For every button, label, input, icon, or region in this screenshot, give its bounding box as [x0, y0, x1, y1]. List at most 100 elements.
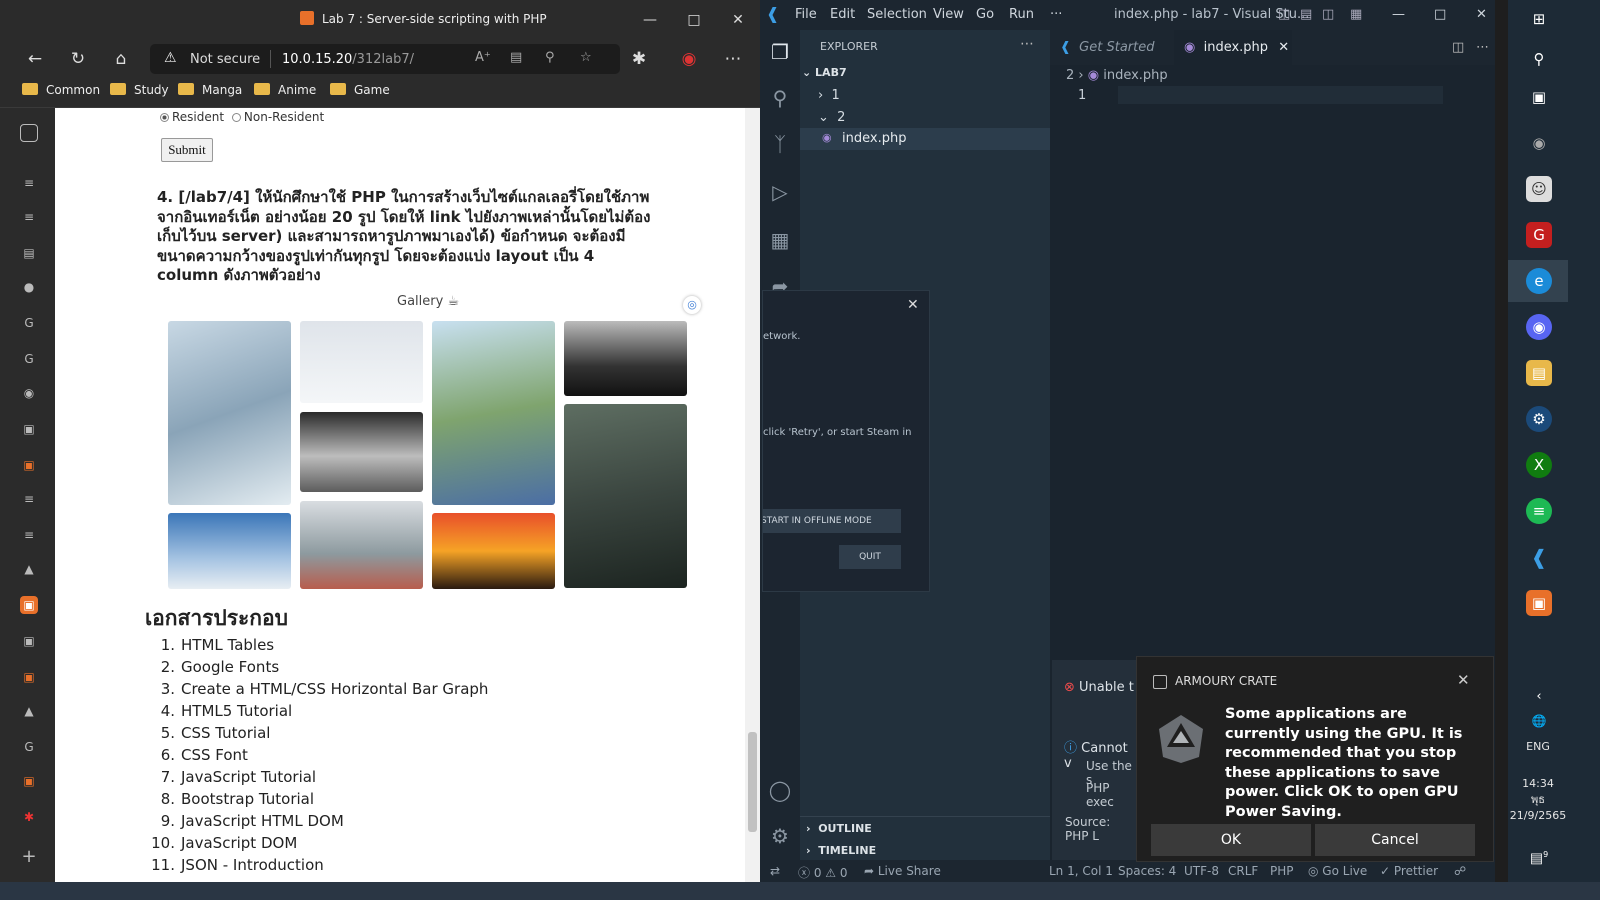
steam-icon[interactable]: ⚙	[1526, 406, 1552, 432]
tab-icon[interactable]: ✱	[20, 808, 38, 826]
breadcrumb[interactable]: 2 › ◉ index.php	[1066, 68, 1168, 83]
maximize-button[interactable]: □	[682, 8, 706, 32]
list-item[interactable]: 11. JSON - Introduction	[147, 854, 488, 876]
cancel-button[interactable]: Cancel	[1315, 824, 1475, 856]
xampp-active-tab-icon[interactable]: ▣	[20, 596, 38, 614]
network-icon[interactable]: 🌐​	[1526, 708, 1552, 734]
scrollbar-thumb[interactable]	[748, 732, 757, 832]
list-item[interactable]: 5. CSS Tutorial	[147, 722, 488, 744]
tab-icon[interactable]: ≡	[20, 526, 38, 544]
google-tab-icon[interactable]: G	[20, 314, 38, 332]
encoding[interactable]: UTF-8	[1184, 864, 1219, 878]
bookmark-common[interactable]: Common	[22, 83, 100, 97]
tab-close-icon[interactable]: ✕	[1278, 40, 1289, 55]
outline-section[interactable]: › OUTLINE	[806, 822, 872, 835]
list-item[interactable]: 7. JavaScript Tutorial	[147, 766, 488, 788]
tab-actions-icon[interactable]	[20, 124, 38, 142]
address-bar[interactable]: ⚠ Not secure 10.0.15.20/312lab7/ A⁺ ▤ ⚲ …	[150, 44, 620, 74]
search-icon[interactable]: ⚲	[1526, 46, 1552, 72]
menu-more[interactable]: ···	[1050, 7, 1062, 22]
profile-avatar-icon[interactable]: ◉	[676, 47, 702, 71]
immersive-reader-icon[interactable]: ▤	[510, 50, 522, 65]
tab-get-started[interactable]: ❰ Get Started	[1050, 30, 1170, 65]
indentation[interactable]: Spaces: 4	[1118, 864, 1176, 878]
tab-icon[interactable]: ▣	[20, 420, 38, 438]
task-view-icon[interactable]: ▣	[1526, 84, 1552, 110]
google-tab-icon[interactable]: G	[20, 738, 38, 756]
extensions-icon[interactable]: ✱	[626, 47, 652, 71]
edge-icon[interactable]: e	[1526, 268, 1552, 294]
tab-icon[interactable]: ▤	[20, 244, 38, 262]
add-favorite-icon[interactable]: ☆	[580, 50, 592, 65]
xampp-tab-icon[interactable]: ▣	[20, 772, 38, 790]
toggle-secondary-icon[interactable]: ◫	[1322, 7, 1334, 22]
folder-lab7[interactable]: ⌄ LAB7	[802, 66, 847, 79]
bookmark-study[interactable]: Study	[110, 83, 169, 97]
file-explorer-icon[interactable]: ▤	[1526, 360, 1552, 386]
tab-icon[interactable]: ●	[20, 278, 38, 296]
home-icon[interactable]: ⌂	[108, 47, 134, 71]
menu-go[interactable]: Go	[976, 7, 994, 22]
menu-edit[interactable]: Edit	[830, 7, 855, 22]
close-button[interactable]: ✕	[726, 8, 750, 32]
notification-center-icon[interactable]: ▤9	[1526, 842, 1552, 868]
explorer-icon[interactable]: ❐	[766, 38, 794, 66]
menu-selection[interactable]: Selection	[867, 7, 927, 22]
mouse-app-icon[interactable]: ◉	[1526, 130, 1552, 156]
prettier-status[interactable]: ✓ Prettier	[1380, 864, 1438, 878]
list-item[interactable]: 2. Google Fonts	[147, 656, 488, 678]
language-indicator[interactable]: ENG	[1508, 740, 1568, 753]
cursor-position[interactable]: Ln 1, Col 1	[1049, 864, 1113, 878]
visual-search-icon[interactable]: ◎	[683, 296, 701, 314]
google-tab-icon[interactable]: G	[20, 350, 38, 368]
layout-icon[interactable]: ▦	[1350, 7, 1362, 22]
url-text[interactable]: 10.0.15.20/312lab7/	[282, 52, 414, 67]
read-aloud-icon[interactable]: A⁺	[475, 50, 491, 65]
refresh-icon[interactable]: ↻	[65, 47, 91, 71]
tree-item-index-php[interactable]: ◉ index.php	[800, 128, 1050, 150]
timeline-section[interactable]: › TIMELINE	[806, 844, 876, 857]
tab-icon[interactable]: ◉	[20, 384, 38, 402]
steam-close-icon[interactable]: ✕	[907, 297, 919, 313]
page-scrollbar[interactable]	[745, 108, 760, 882]
discord-icon[interactable]: ◉	[1526, 314, 1552, 340]
minimize-button[interactable]: —	[638, 8, 662, 32]
run-debug-icon[interactable]: ▷	[766, 178, 794, 206]
list-item[interactable]: 1. HTML Tables	[147, 634, 488, 656]
list-item[interactable]: 9. JavaScript HTML DOM	[147, 810, 488, 832]
remote-icon[interactable]: ⇄	[770, 864, 780, 878]
show-hidden-icons-icon[interactable]: ‹	[1526, 684, 1552, 710]
spotify-icon[interactable]: ≡	[1526, 498, 1552, 524]
bookmark-anime[interactable]: Anime	[254, 83, 316, 97]
bookmark-game[interactable]: Game	[330, 83, 390, 97]
vscode-taskbar-icon[interactable]: ❰	[1526, 544, 1552, 570]
feedback-icon[interactable]: ☍	[1454, 864, 1466, 878]
explorer-more-icon[interactable]: ⋯	[1020, 36, 1034, 52]
problems-indicator[interactable]: ⓧ 0 ⚠ 0	[798, 864, 848, 881]
menu-file[interactable]: File	[795, 7, 817, 22]
radio-resident[interactable]	[160, 113, 169, 122]
vscode-close-button[interactable]: ✕	[1476, 7, 1487, 22]
tab-icon[interactable]: ≡	[20, 208, 38, 226]
current-line-highlight[interactable]	[1118, 86, 1443, 104]
line-endings[interactable]: CRLF	[1228, 864, 1258, 878]
list-item[interactable]: 6. CSS Font	[147, 744, 488, 766]
split-editor-icon[interactable]: ◫	[1442, 30, 1464, 65]
tab-icon[interactable]: ▣	[20, 632, 38, 650]
quit-button[interactable]: QUIT	[839, 545, 901, 569]
language-mode[interactable]: PHP	[1270, 864, 1294, 878]
back-icon[interactable]: ←	[22, 47, 48, 71]
tab-icon[interactable]: ≡	[20, 174, 38, 192]
source-control-icon[interactable]: ᛉ	[766, 130, 794, 158]
settings-gear-icon[interactable]: ⚙	[766, 822, 794, 850]
new-tab-icon[interactable]: +	[20, 848, 38, 866]
garena-icon[interactable]: G	[1526, 222, 1552, 248]
system-clock[interactable]: 14:34 พุธ 21/9/2565	[1508, 776, 1568, 824]
menu-view[interactable]: View	[933, 7, 964, 22]
tab-icon[interactable]: ▲	[20, 702, 38, 720]
toast-close-icon[interactable]: ✕	[1457, 671, 1470, 689]
ok-button[interactable]: OK	[1151, 824, 1311, 856]
xampp-tab-icon[interactable]: ▣	[20, 668, 38, 686]
more-menu-icon[interactable]: ⋯	[720, 47, 746, 71]
start-windows-icon[interactable]: ⊞	[1526, 6, 1552, 32]
